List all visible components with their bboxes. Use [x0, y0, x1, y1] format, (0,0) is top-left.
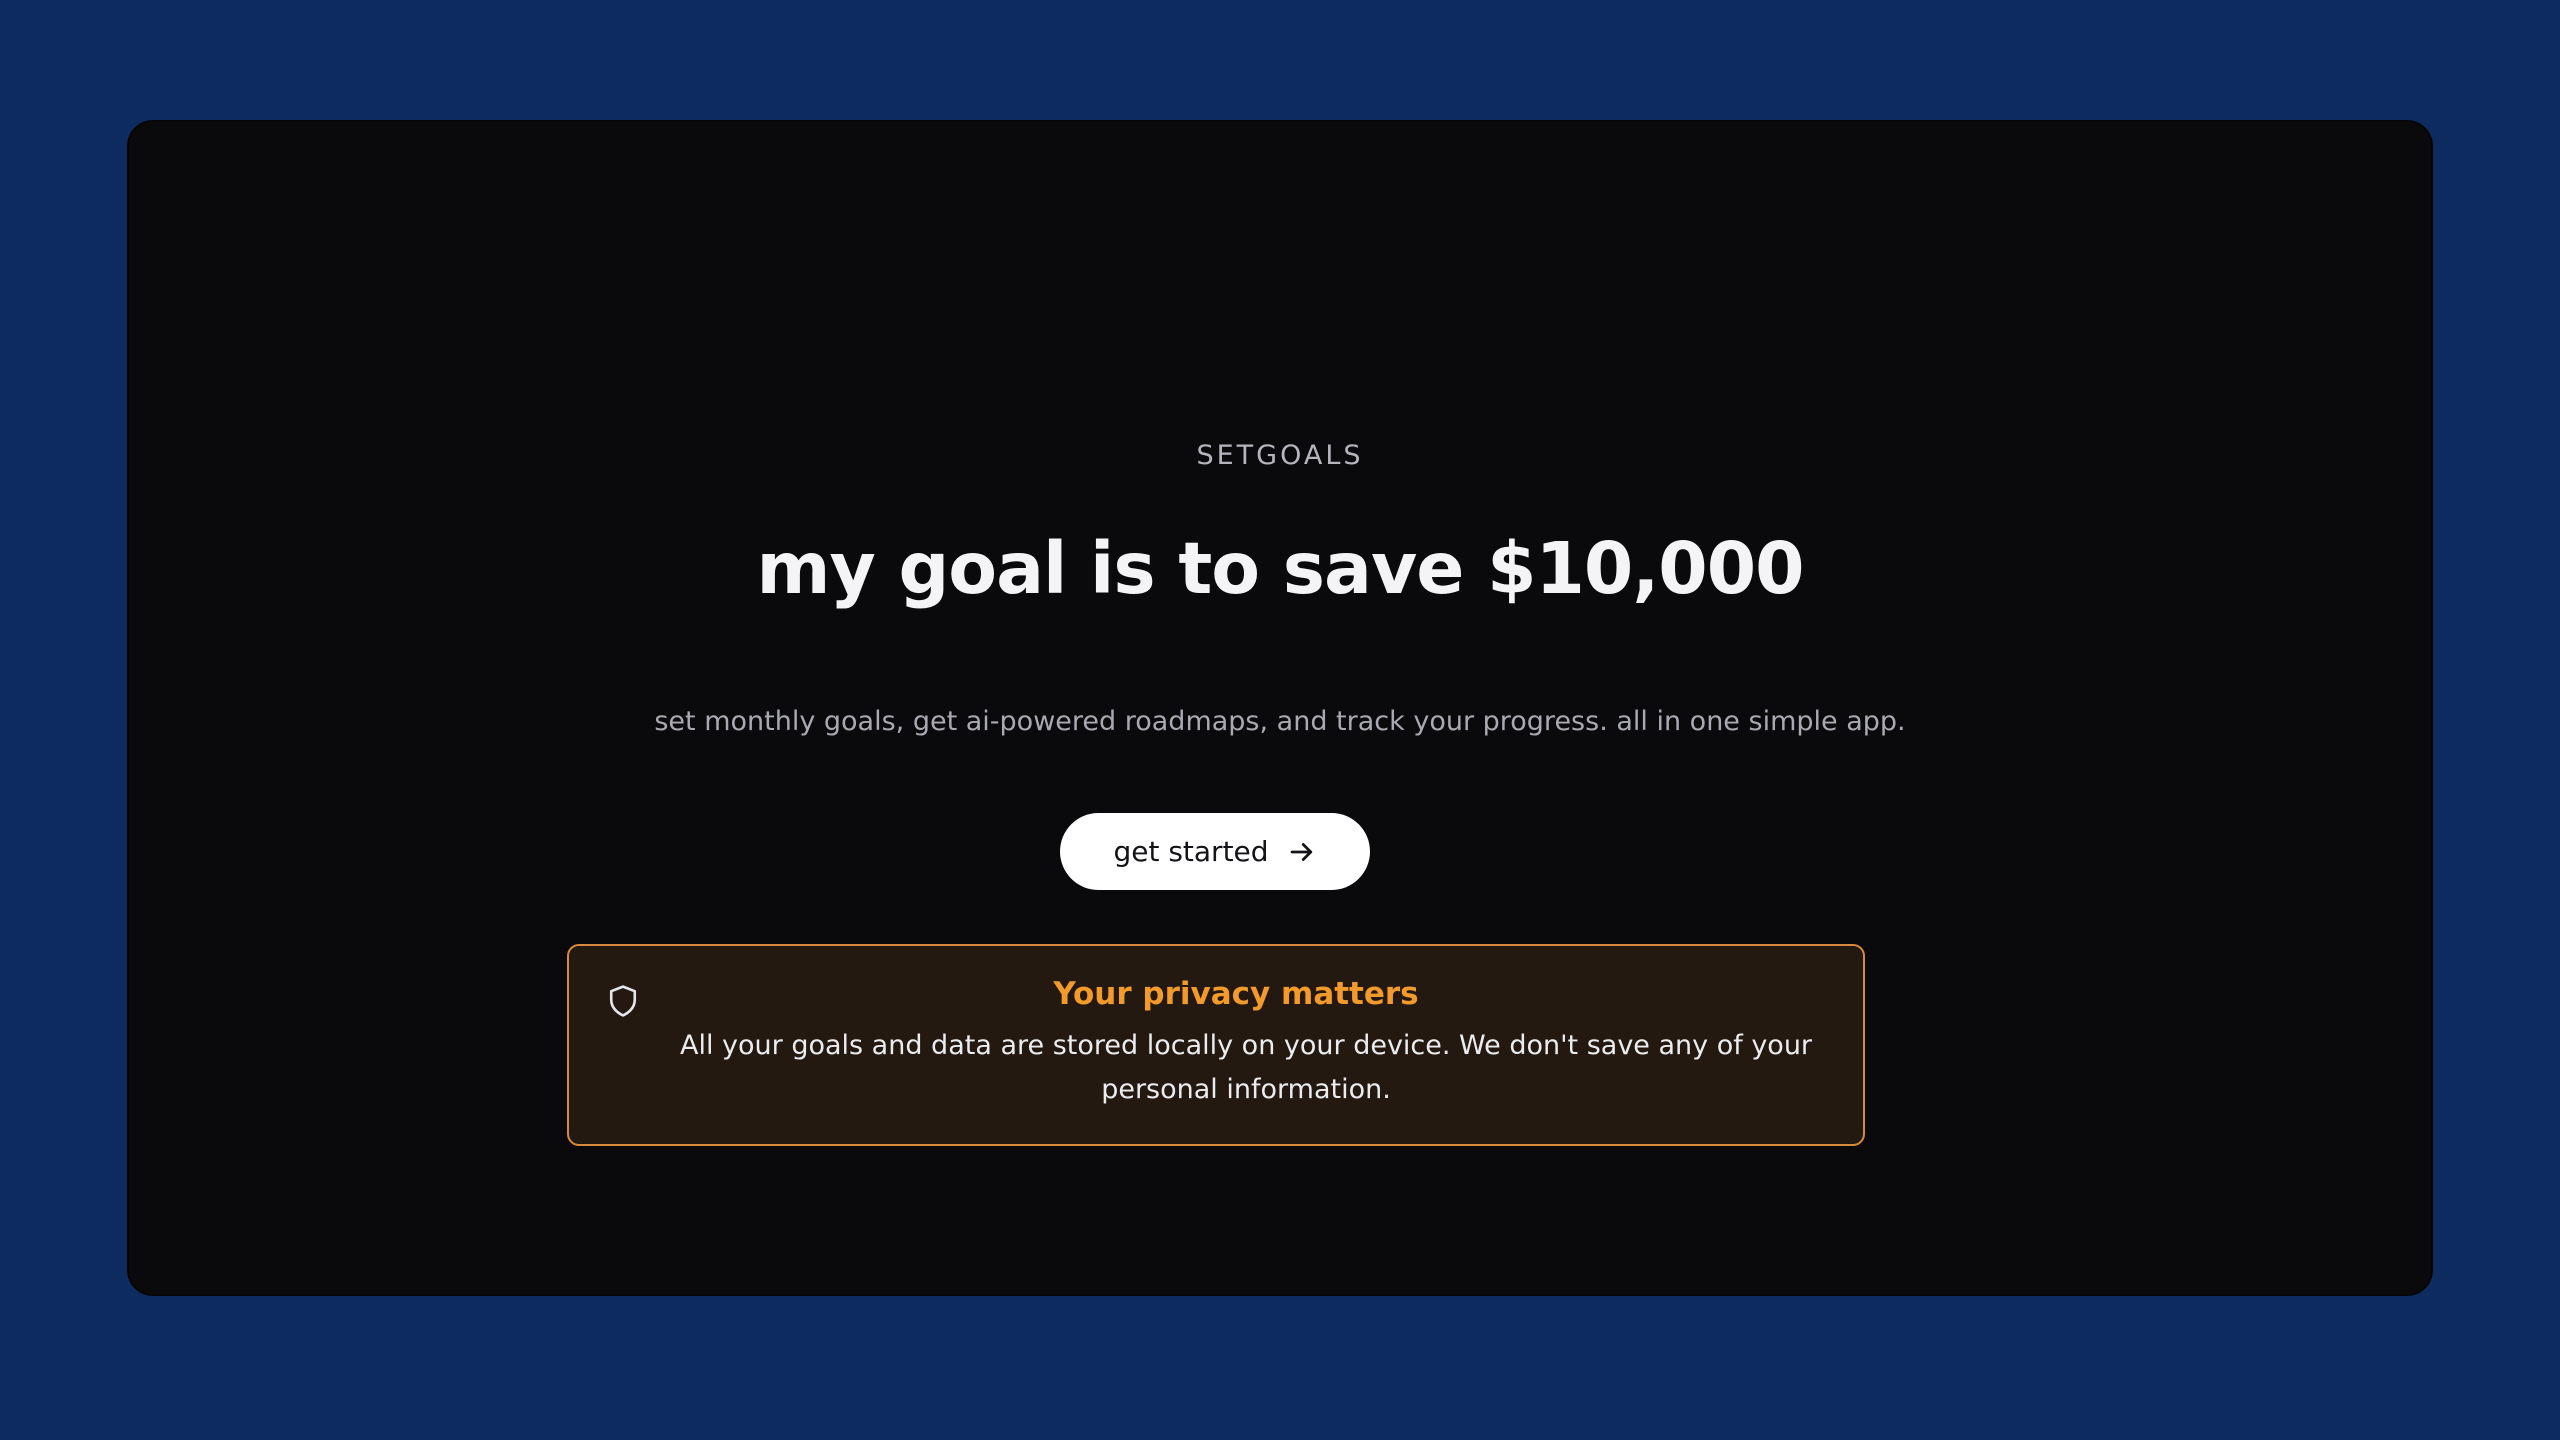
privacy-notice: Your privacy matters All your goals and … — [567, 944, 1865, 1146]
brand-name: SETGOALS — [1196, 440, 1364, 471]
app-window: SETGOALS my goal is to save $10,000 set … — [127, 120, 2433, 1296]
privacy-text: All your goals and data are stored local… — [679, 1030, 1813, 1105]
hero-subtitle: set monthly goals, get ai-powered roadma… — [654, 706, 1906, 737]
get-started-button[interactable]: get started — [1060, 813, 1370, 890]
hero-headline: my goal is to save $10,000 — [756, 527, 1804, 610]
privacy-title: Your privacy matters — [1053, 976, 1419, 1012]
arrow-right-icon — [1287, 837, 1317, 867]
get-started-label: get started — [1113, 835, 1269, 868]
